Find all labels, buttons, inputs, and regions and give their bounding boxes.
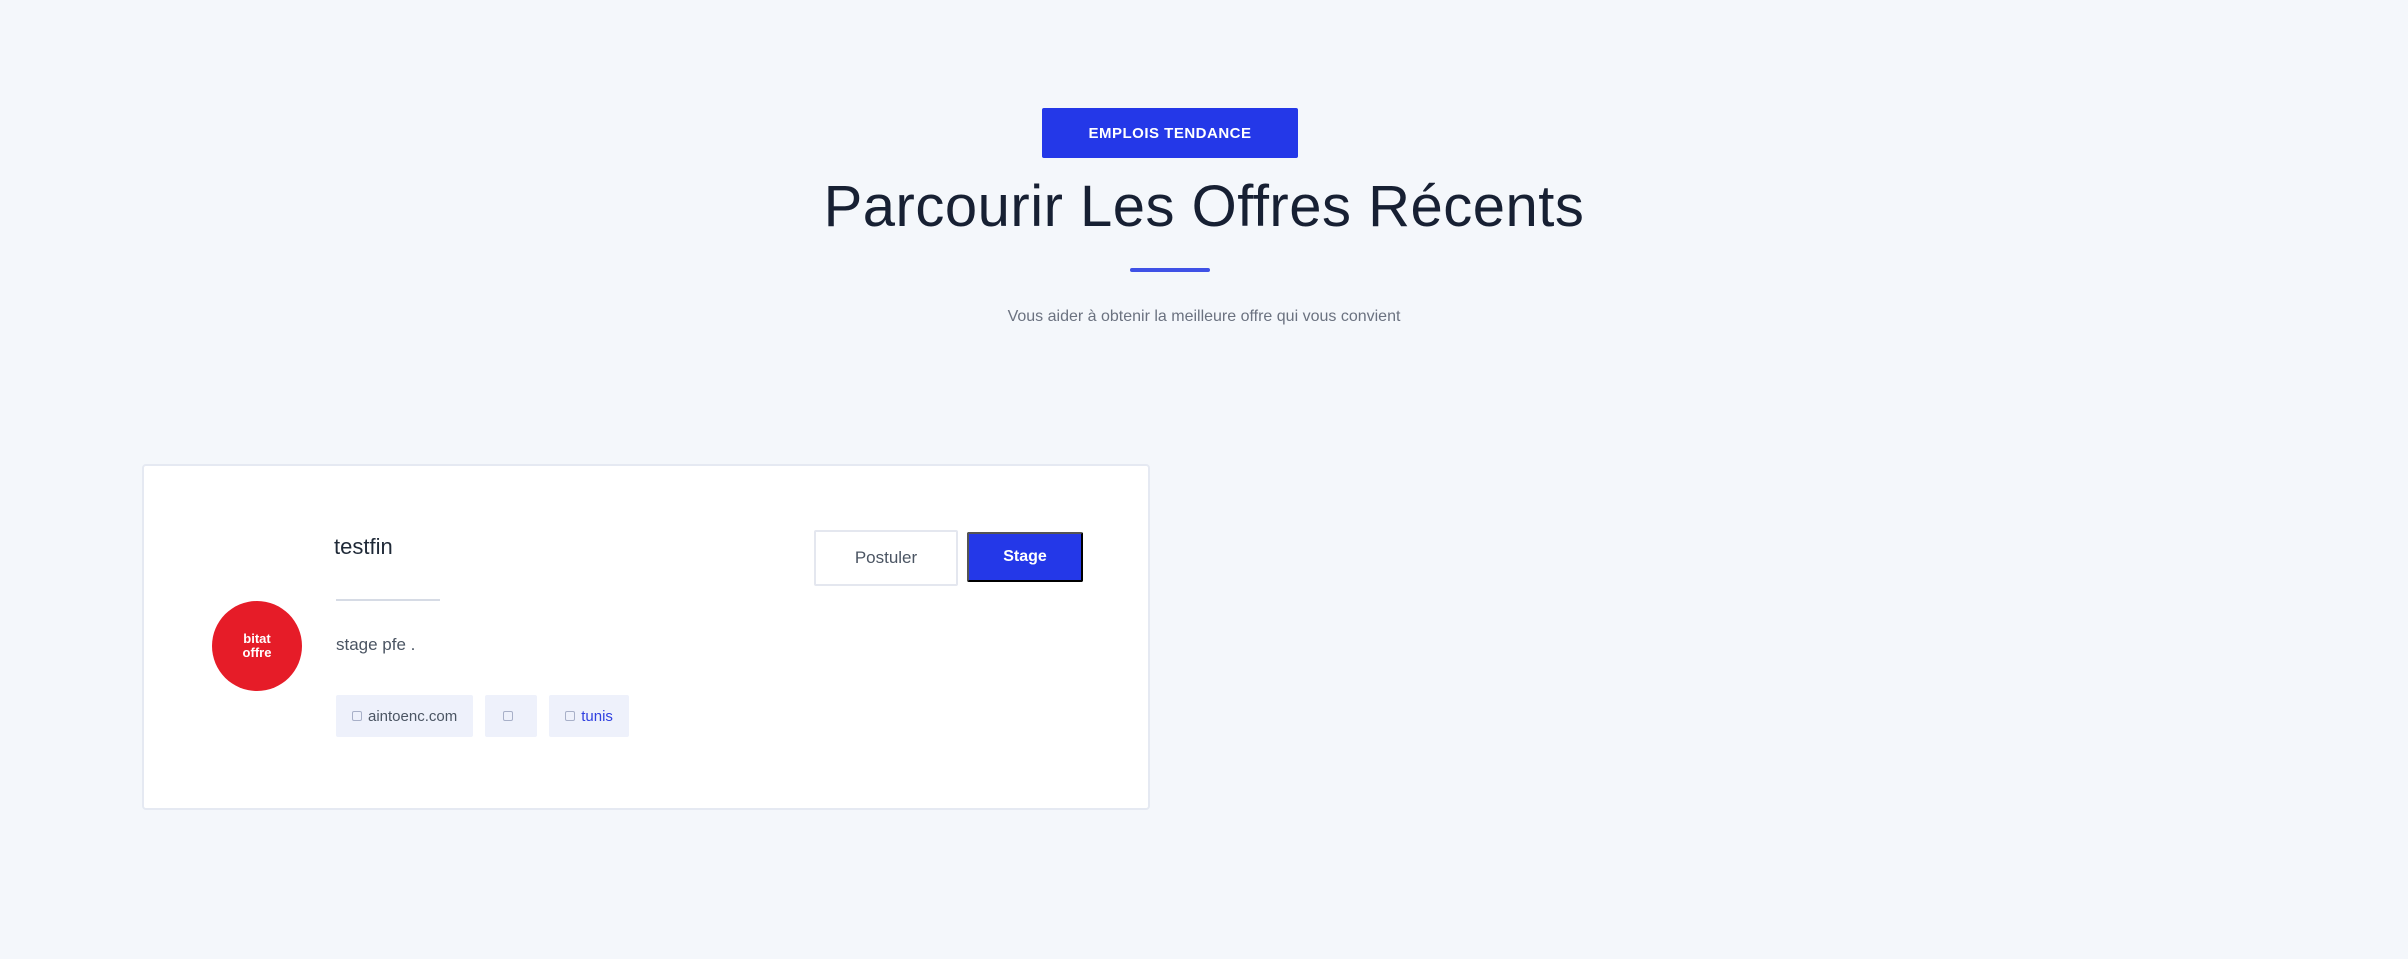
location-tag-label: tunis <box>581 707 613 725</box>
company-logo-text: bitat offre <box>242 631 272 660</box>
title-divider <box>1130 268 1210 272</box>
job-tags: aintoenc.com tunis <box>336 695 629 737</box>
page-title: Parcourir Les Offres Récents <box>823 174 1585 239</box>
apply-button[interactable]: Postuler <box>814 530 958 586</box>
trending-jobs-badge: EMPLOIS TENDANCE <box>1042 108 1298 158</box>
website-tag: aintoenc.com <box>336 695 474 737</box>
job-divider <box>336 599 440 601</box>
job-type-button[interactable]: Stage <box>967 532 1083 582</box>
calendar-icon <box>503 711 514 721</box>
location-tag: tunis <box>549 695 629 737</box>
location-icon <box>565 711 576 721</box>
company-logo: bitat offre <box>212 601 302 691</box>
website-tag-label: aintoenc.com <box>368 707 458 725</box>
empty-tag <box>485 695 538 737</box>
page-subtitle: Vous aider à obtenir la meilleure offre … <box>1007 308 1401 325</box>
job-card[interactable]: bitat offre testfin stage pfe . aintoenc… <box>142 464 1150 810</box>
job-description: stage pfe . <box>336 635 416 654</box>
job-title[interactable]: testfin <box>334 532 393 562</box>
globe-icon <box>352 711 362 721</box>
